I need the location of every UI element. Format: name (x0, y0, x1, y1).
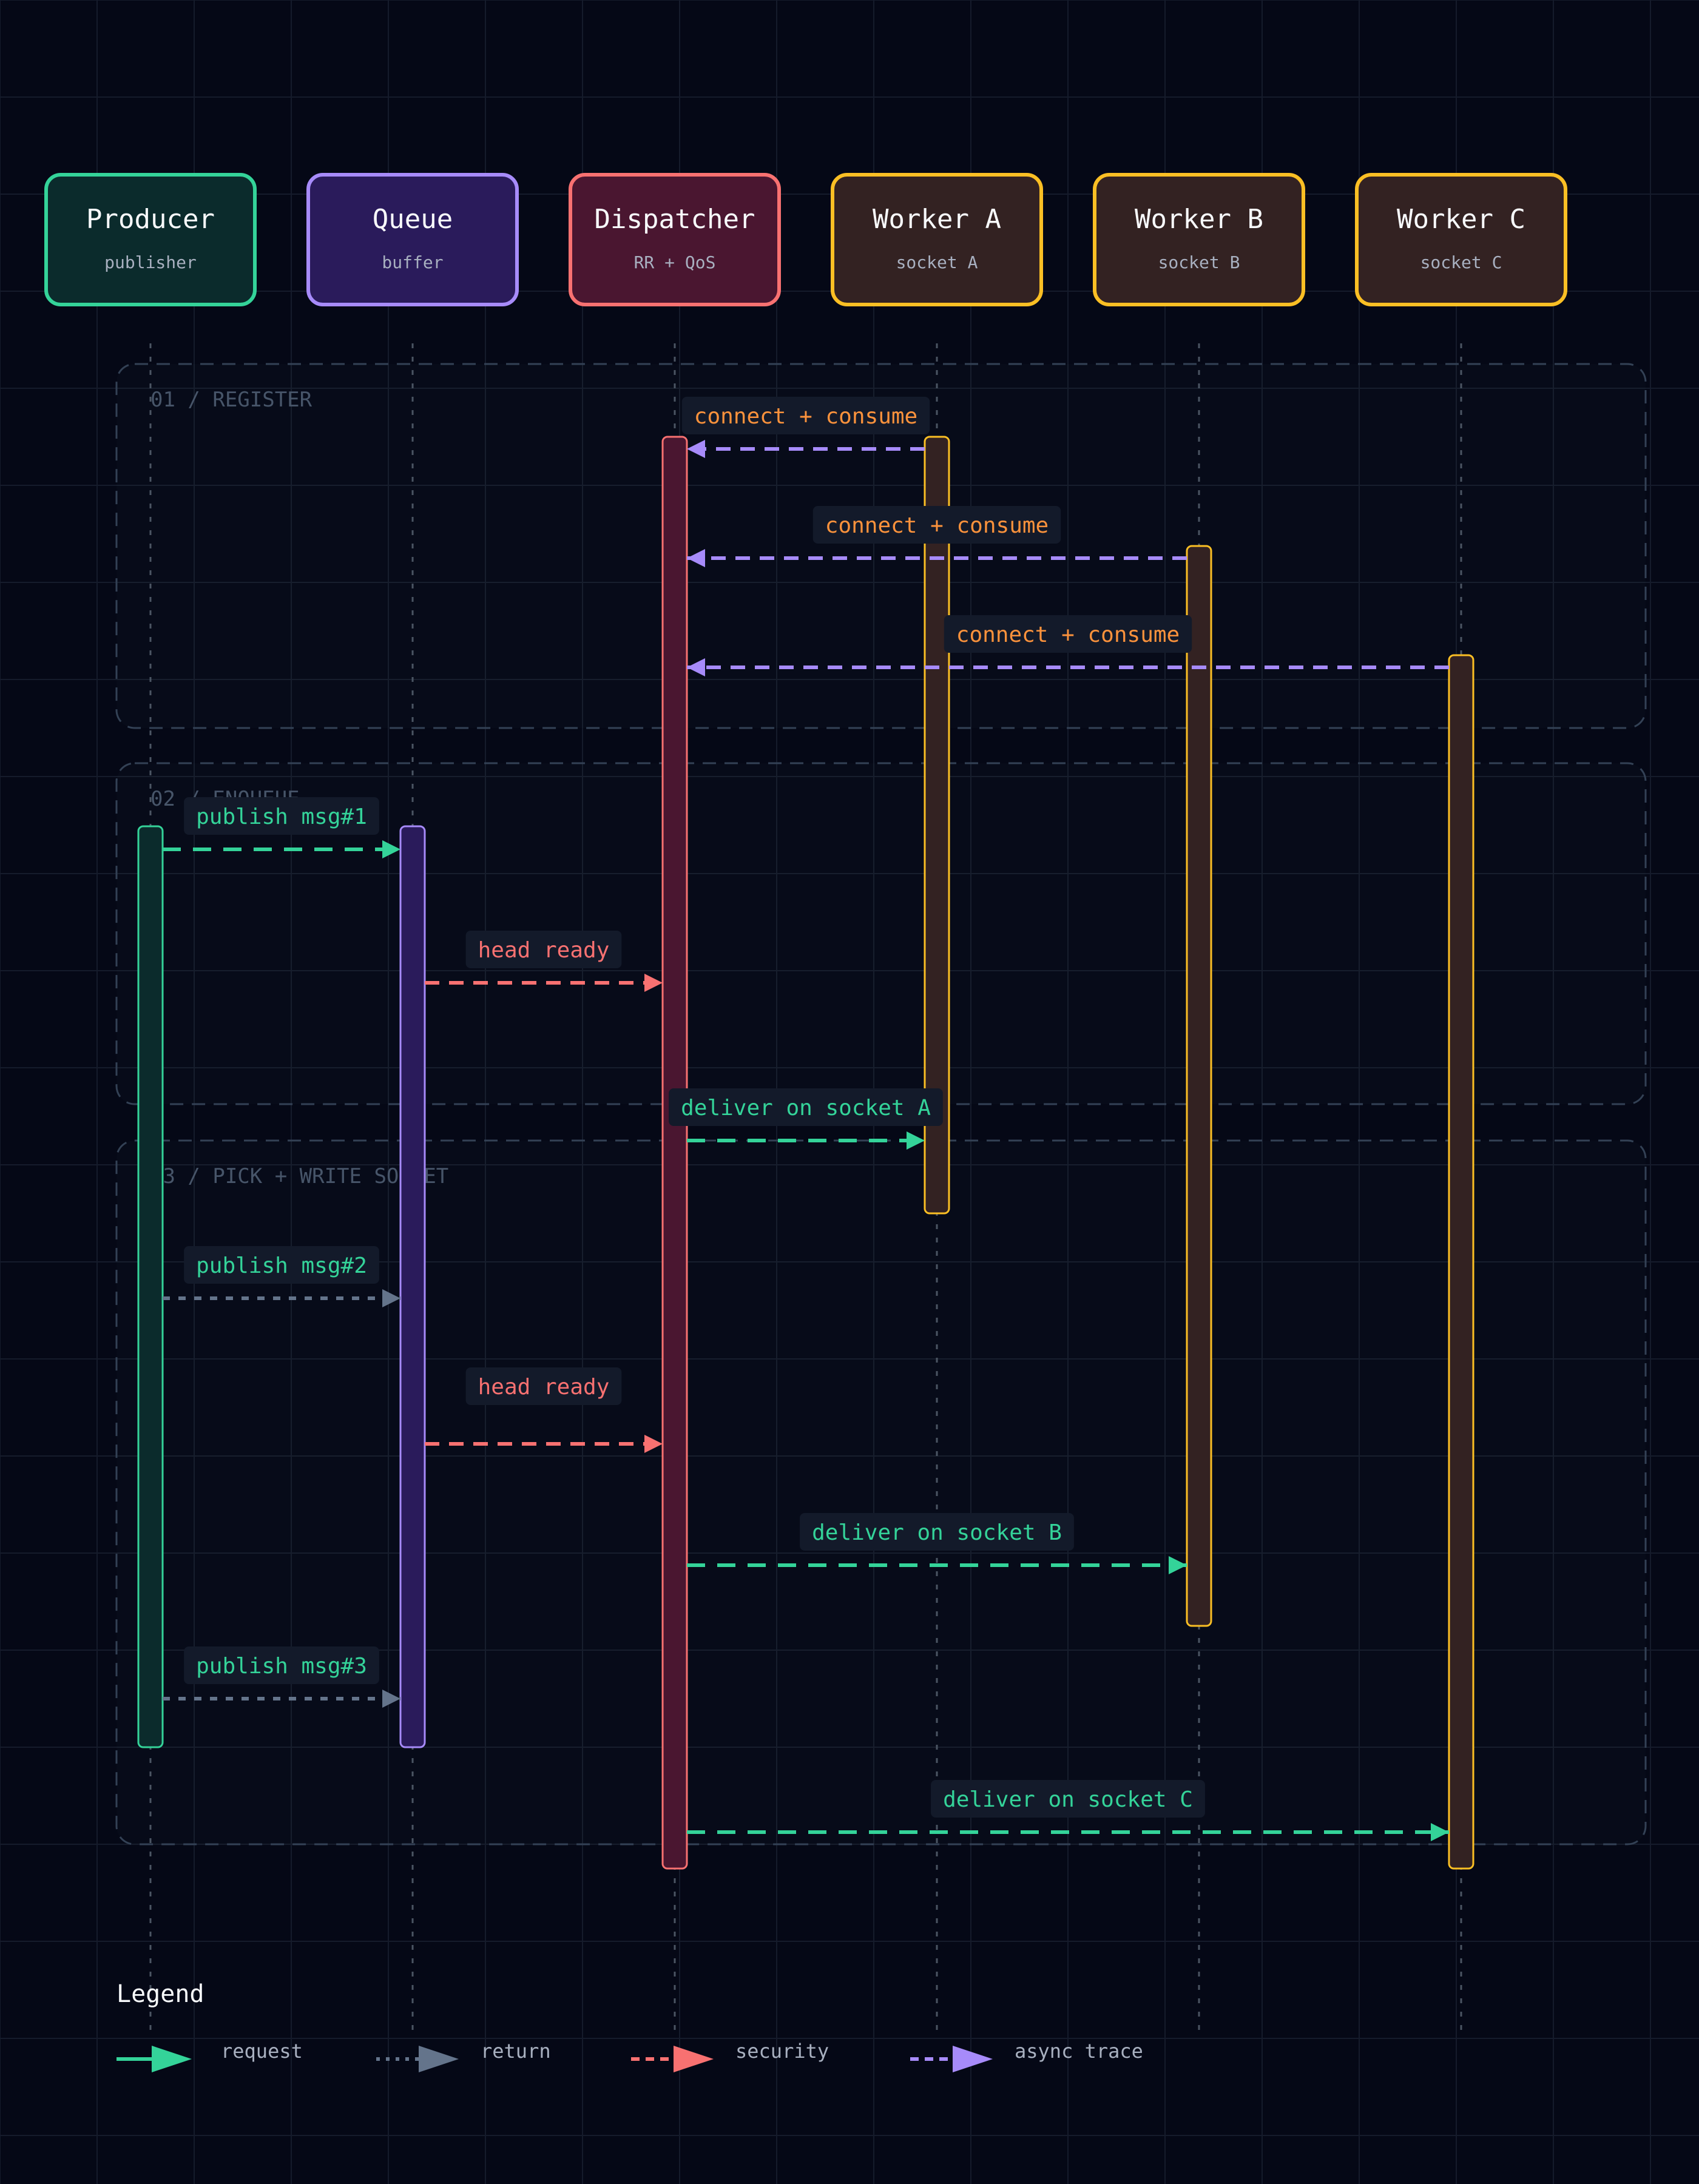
legend-arrow-icon (419, 2046, 459, 2072)
participant-title: Queue (373, 204, 453, 235)
legend-item-async-trace: async trace (910, 2040, 1143, 2072)
participant-box (569, 173, 781, 306)
section-label: 01 / REGISTER (150, 388, 312, 412)
legend-item-return: return (376, 2040, 551, 2072)
sequence-diagram: 01 / REGISTER02 / ENQUEUE03 / PICK + WRI… (0, 0, 1699, 2184)
participant-subtitle: socket A (896, 252, 978, 272)
participant-title: Dispatcher (595, 204, 755, 235)
message-label: head ready (478, 938, 610, 963)
participant-box (44, 173, 257, 306)
activation-bar-dispatcher (661, 436, 688, 1870)
activation-bar-queue (399, 825, 426, 1748)
legend-label: return (481, 2040, 551, 2063)
message-label: deliver on socket B (812, 1520, 1062, 1545)
legend-arrow-icon (152, 2046, 192, 2072)
legend-arrow-icon (674, 2046, 714, 2072)
legend-label: async trace (1015, 2040, 1143, 2063)
participant-worker_b: Worker B socket B (1093, 173, 1305, 306)
legend-item-request: request (117, 2040, 303, 2072)
message-label: head ready (478, 1375, 610, 1400)
participant-box (306, 173, 519, 306)
participant-box (831, 173, 1043, 306)
participant-subtitle: RR + QoS (634, 252, 716, 272)
legend-label: security (735, 2040, 829, 2063)
participant-box (1093, 173, 1305, 306)
participant-worker_a: Worker A socket A (831, 173, 1043, 306)
message-label: connect + consume (956, 622, 1180, 647)
participant-subtitle: socket B (1158, 252, 1240, 272)
message-label: deliver on socket C (943, 1787, 1193, 1812)
participant-title: Producer (86, 204, 215, 235)
participant-producer: Producer publisher (44, 173, 257, 306)
participant-title: Worker A (873, 204, 1001, 235)
legend-item-security: security (631, 2040, 829, 2072)
message-label: publish msg#1 (196, 804, 367, 829)
participant-worker_c: Worker C socket C (1355, 173, 1567, 306)
participant-subtitle: socket C (1420, 252, 1502, 272)
message-label: publish msg#3 (196, 1654, 367, 1679)
legend: Legend request return security async trace (117, 1980, 1143, 2072)
message-label: connect + consume (694, 404, 917, 429)
message-label: deliver on socket A (681, 1096, 931, 1121)
participant-box (1355, 173, 1567, 306)
participant-title: Worker C (1397, 204, 1525, 235)
message-5: deliver on socket A (669, 1088, 943, 1150)
activation-bar-worker_c (1448, 654, 1474, 1870)
activation-bar-producer (137, 825, 164, 1748)
legend-arrow-icon (953, 2046, 993, 2072)
legend-label: request (221, 2040, 303, 2063)
legend-title: Legend (117, 1980, 204, 2008)
participant-title: Worker B (1135, 204, 1263, 235)
message-label: publish msg#2 (196, 1253, 367, 1278)
participant-subtitle: publisher (104, 252, 197, 272)
participant-queue: Queue buffer (306, 173, 519, 306)
activation-bar-worker_b (1186, 545, 1212, 1627)
participant-dispatcher: Dispatcher RR + QoS (569, 173, 781, 306)
message-label: connect + consume (825, 513, 1049, 538)
participant-subtitle: buffer (382, 252, 443, 272)
